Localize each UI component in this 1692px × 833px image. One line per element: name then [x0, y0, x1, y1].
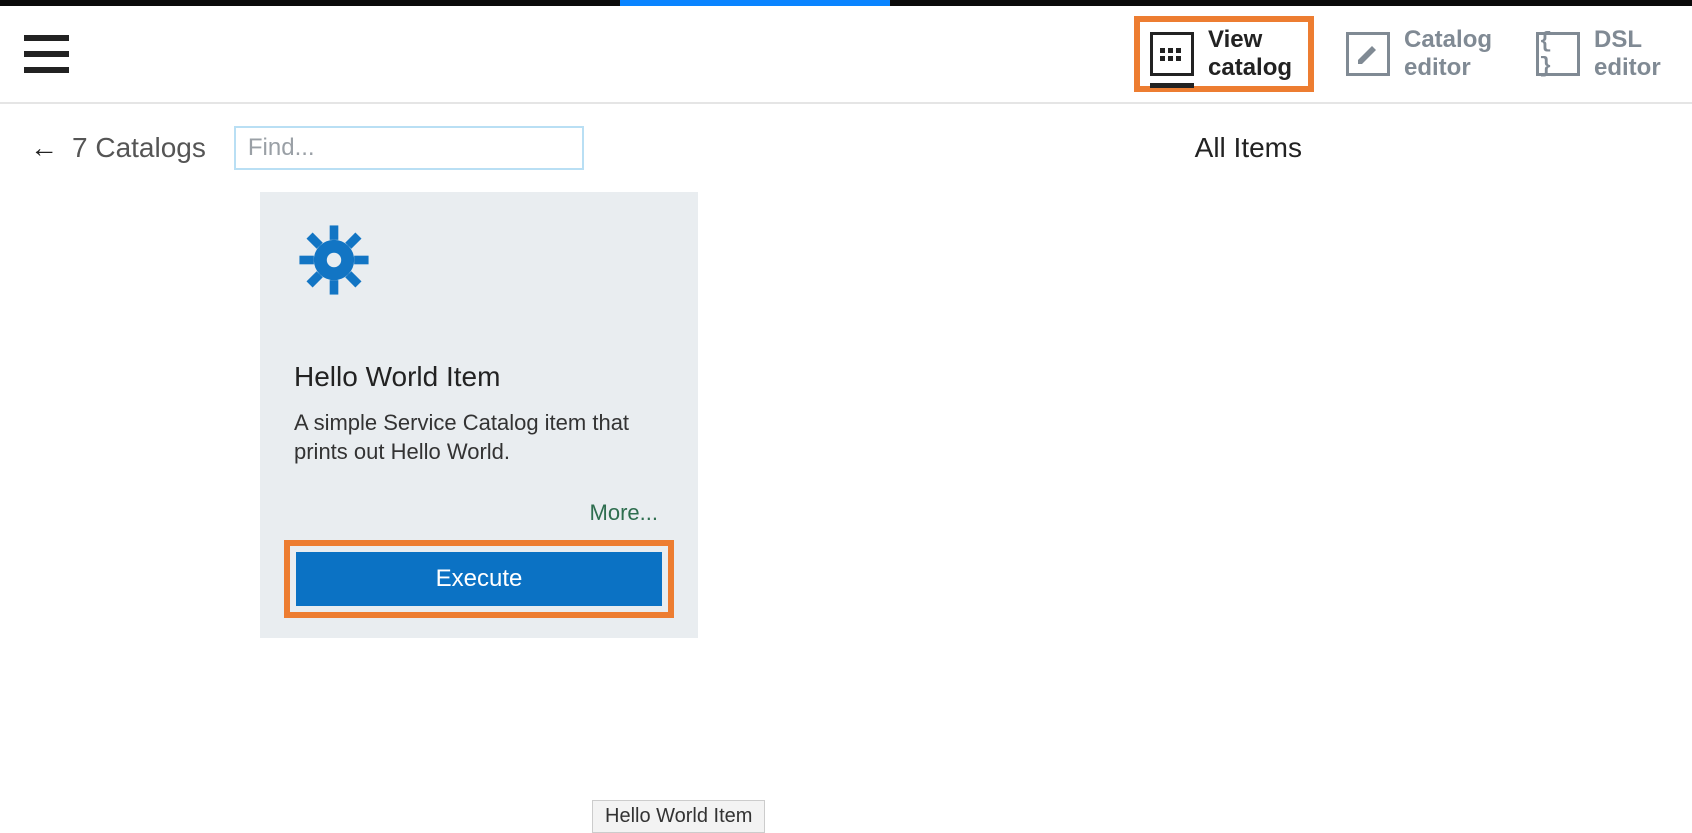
find-input[interactable]	[234, 126, 584, 170]
all-items-label: All Items	[1195, 132, 1302, 164]
grid-icon	[1150, 32, 1194, 76]
nav-dsl-editor[interactable]: { } DSL editor	[1536, 26, 1664, 81]
nav-catalog-editor-label: Catalog editor	[1404, 26, 1494, 81]
catalogs-count-label[interactable]: 7 Catalogs	[72, 132, 206, 164]
execute-button[interactable]: Execute	[296, 552, 662, 606]
highlight-view-catalog: View catalog	[1134, 16, 1314, 91]
highlight-execute: Execute	[284, 540, 674, 618]
back-arrow-icon[interactable]: ←	[30, 132, 58, 164]
nav-view-catalog-label: View catalog	[1208, 26, 1298, 81]
top-accent-blue	[620, 0, 890, 6]
nav-view-catalog[interactable]: View catalog	[1150, 26, 1298, 81]
subheader-bar: ← 7 Catalogs All Items	[0, 104, 1692, 192]
top-accent-strip	[0, 0, 1692, 6]
nav-catalog-editor[interactable]: Catalog editor	[1346, 26, 1494, 81]
header-bar: View catalog Catalog editor { } DSL edit…	[0, 6, 1692, 104]
content-area: Hello World Item A simple Service Catalo…	[0, 192, 1692, 638]
card-description: A simple Service Catalog item that print…	[294, 409, 664, 466]
catalog-item-card[interactable]: Hello World Item A simple Service Catalo…	[260, 192, 698, 638]
header-nav: View catalog Catalog editor { } DSL edit…	[1144, 20, 1664, 87]
more-link[interactable]: More...	[294, 500, 664, 526]
tooltip: Hello World Item	[592, 800, 765, 833]
gear-icon	[298, 224, 370, 296]
card-title: Hello World Item	[294, 361, 664, 393]
braces-icon: { }	[1536, 32, 1580, 76]
nav-dsl-editor-label: DSL editor	[1594, 26, 1664, 81]
menu-icon[interactable]	[24, 35, 69, 73]
pencil-icon	[1346, 32, 1390, 76]
